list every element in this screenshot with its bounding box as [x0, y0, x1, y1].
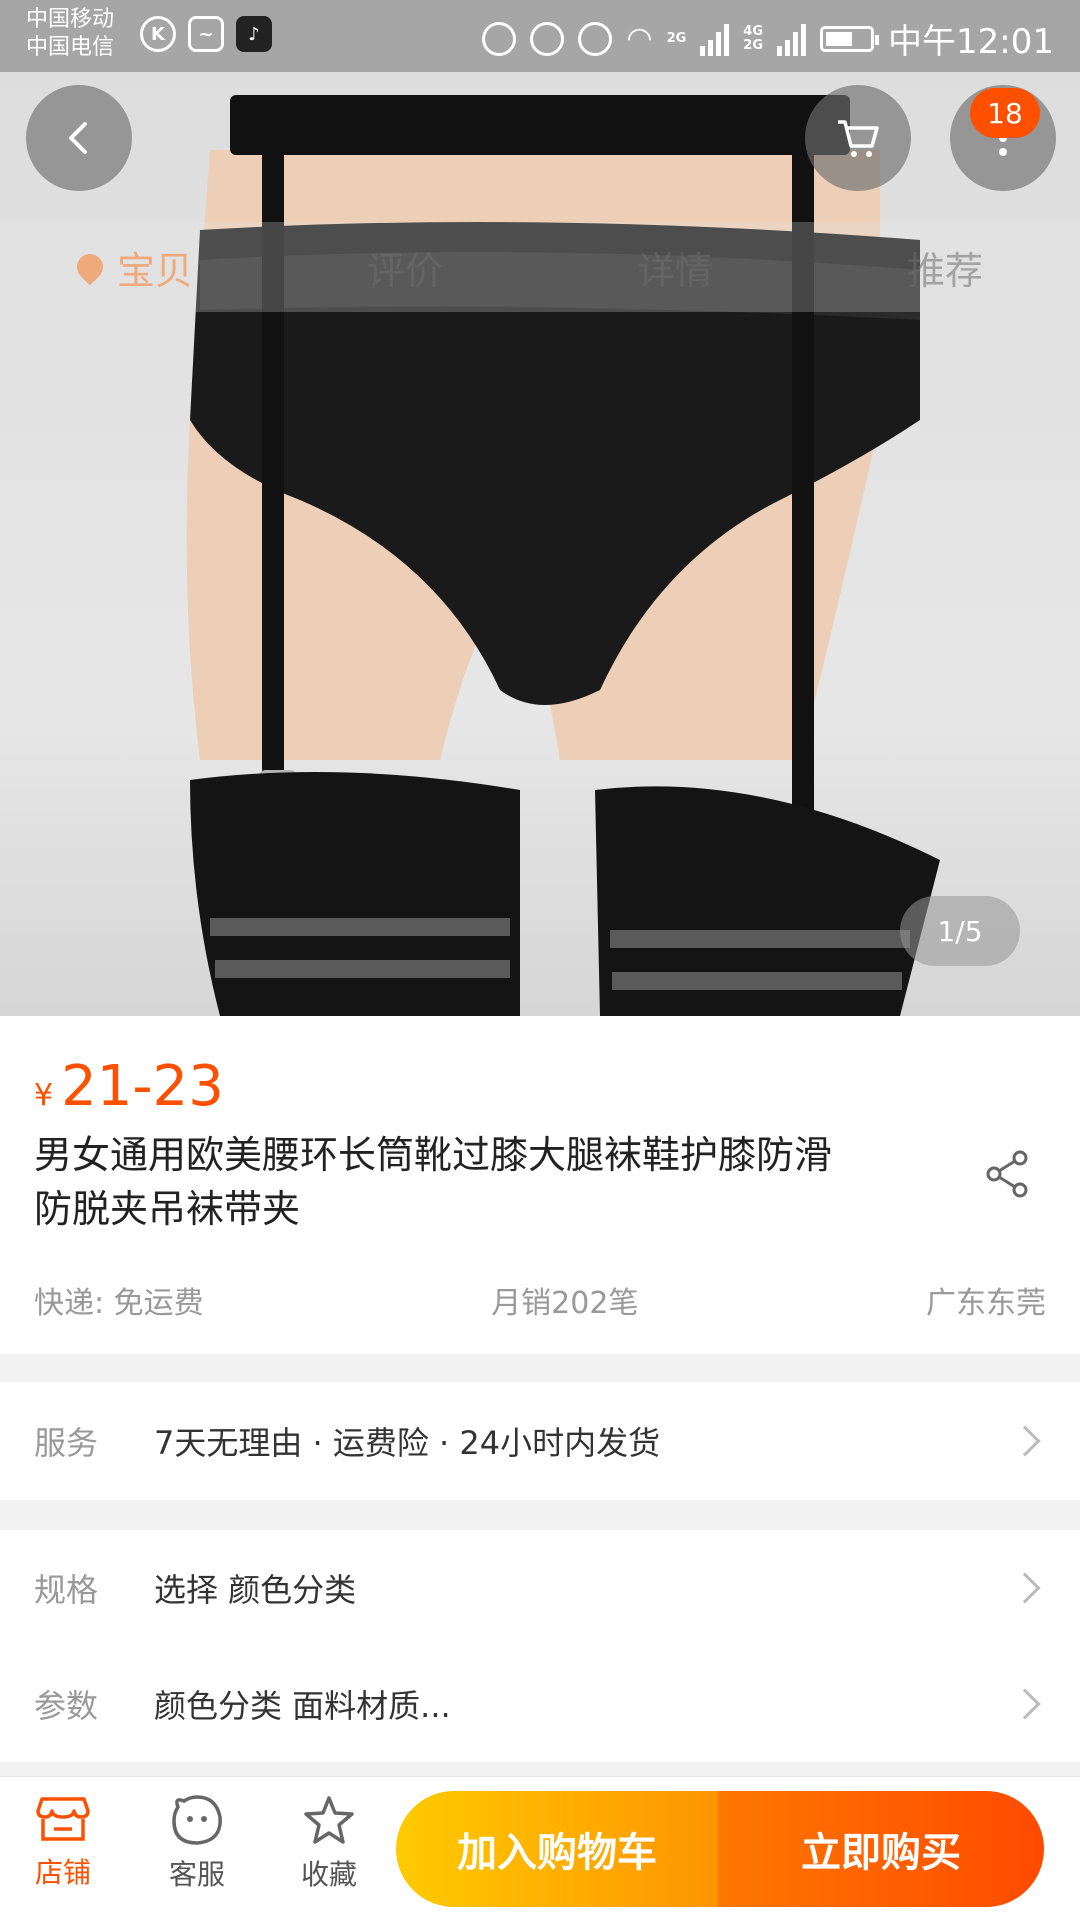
section-tabs: 宝贝 评价 详情 推荐	[0, 222, 1080, 312]
price: ¥ 21-23	[34, 1054, 224, 1119]
currency-symbol: ¥	[34, 1078, 54, 1113]
carrier-2: 中国电信	[26, 35, 115, 60]
params-row[interactable]: 参数 颜色分类 面料材质...	[0, 1646, 1080, 1762]
network-4g-label: 4G	[743, 23, 764, 39]
bottom-action-bar: 店铺 客服 收藏 加入购物车 立即购买	[0, 1776, 1080, 1920]
status-bar: 中国移动 中国电信 K ~ ♪ ◠ 2G 4G 2G 中午12:01	[0, 0, 1080, 72]
service-row[interactable]: 服务 7天无理由 · 运费险 · 24小时内发货	[0, 1382, 1080, 1500]
params-value: 颜色分类 面料材质...	[154, 1687, 451, 1725]
system-icons: ◠ 2G 4G 2G 中午12:01	[482, 14, 1054, 63]
chevron-right-icon	[1009, 1572, 1041, 1604]
chevron-right-icon	[1009, 1425, 1041, 1457]
shipping-info: 快递: 免运费	[34, 1286, 204, 1321]
specs-label: 规格	[34, 1571, 99, 1609]
clock: 中午12:01	[888, 22, 1054, 62]
signal-icon-2	[777, 22, 807, 56]
tab-details[interactable]: 详情	[540, 222, 810, 312]
alarm-icon	[530, 21, 565, 56]
product-title: 男女通用欧美腰环长筒靴过膝大腿袜鞋护膝防滑防脱夹吊袜带夹	[34, 1133, 833, 1231]
chevron-right-icon	[1009, 1688, 1041, 1720]
product-meta: 快递: 免运费 月销202笔 广东东莞	[34, 1278, 1046, 1322]
product-page: 中国移动 中国电信 K ~ ♪ ◠ 2G 4G 2G 中午12:01 18 宝贝…	[0, 0, 1080, 1920]
share-button[interactable]	[986, 1150, 1030, 1202]
share-icon	[986, 1150, 1028, 1198]
specs-row[interactable]: 规格 选择 颜色分类	[0, 1530, 1080, 1646]
carrier-info: 中国移动 中国电信	[26, 6, 114, 62]
customer-service-button[interactable]: 客服	[142, 1795, 252, 1893]
wifi-icon: ◠	[626, 21, 653, 56]
eye-icon	[578, 21, 613, 56]
tiktok-app-icon: ♪	[236, 16, 272, 52]
specs-value: 选择 颜色分类	[154, 1571, 357, 1609]
headphone-icon	[482, 21, 517, 56]
network-label: 4G 2G	[743, 23, 764, 53]
shop-button[interactable]: 店铺	[8, 1795, 118, 1891]
service-value: 7天无理由 · 运费险 · 24小时内发货	[154, 1424, 661, 1462]
star-icon	[304, 1796, 354, 1844]
customer-service-icon	[172, 1795, 222, 1845]
k-app-icon: K	[140, 16, 176, 52]
notification-icons: K ~ ♪	[140, 16, 272, 52]
tab-label: 详情	[636, 248, 713, 293]
signal-icon	[700, 22, 730, 56]
shop-label: 店铺	[34, 1856, 91, 1889]
tab-baobei[interactable]: 宝贝	[0, 222, 270, 312]
service-label: 服务	[34, 1424, 99, 1462]
signal-2g-label: 2G	[666, 30, 687, 46]
cart-button[interactable]	[805, 85, 911, 191]
tab-label: 评价	[366, 248, 443, 293]
purchase-buttons: 加入购物车 立即购买	[396, 1791, 1044, 1907]
image-page-indicator: 1/5	[900, 896, 1020, 966]
price-value: 21-23	[61, 1054, 224, 1119]
tab-label: 宝贝	[116, 248, 193, 293]
cart-count-badge: 18	[970, 88, 1040, 138]
tab-label: 推荐	[906, 248, 983, 293]
network-2g-label: 2G	[743, 37, 764, 53]
location-pin-icon	[71, 248, 109, 286]
product-info-card: ¥ 21-23 男女通用欧美腰环长筒靴过膝大腿袜鞋护膝防滑防脱夹吊袜带夹 快递:…	[0, 1016, 1080, 1354]
battery-icon	[820, 25, 880, 52]
product-image[interactable]	[0, 0, 1080, 1016]
customer-service-label: 客服	[168, 1858, 225, 1891]
params-label: 参数	[34, 1687, 99, 1725]
shop-icon	[36, 1797, 90, 1841]
monthly-sales: 月销202笔	[491, 1286, 639, 1321]
tab-recommend[interactable]: 推荐	[810, 222, 1080, 312]
product-photo-illustration	[186, 95, 940, 1016]
tab-reviews[interactable]: 评价	[270, 222, 540, 312]
buy-now-button[interactable]: 立即购买	[718, 1791, 1044, 1907]
chevron-left-icon	[69, 122, 87, 154]
favorite-label: 收藏	[300, 1858, 357, 1891]
back-button[interactable]	[26, 85, 132, 191]
ship-location: 广东东莞	[925, 1286, 1046, 1321]
favorite-button[interactable]: 收藏	[274, 1795, 384, 1893]
pulse-app-icon: ~	[188, 16, 224, 52]
carrier-1: 中国移动	[26, 7, 115, 32]
cart-icon	[838, 120, 879, 157]
add-to-cart-button[interactable]: 加入购物车	[396, 1791, 718, 1907]
